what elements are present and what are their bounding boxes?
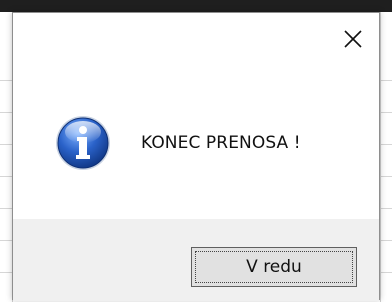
info-icon	[56, 116, 110, 170]
grid-line	[381, 80, 392, 81]
grid-line	[0, 80, 12, 81]
grid-line	[0, 208, 12, 209]
dialog-button-bar: V redu	[13, 219, 379, 301]
message-box-dialog: KONEC PRENOSA ! V redu	[12, 12, 380, 301]
grid-line	[381, 144, 392, 145]
grid-line	[381, 272, 392, 273]
ok-button[interactable]: V redu	[191, 247, 357, 287]
grid-line	[0, 272, 12, 273]
close-icon	[344, 30, 362, 48]
grid-line	[381, 112, 392, 113]
background-window-right-strip	[380, 12, 392, 302]
grid-line	[381, 208, 392, 209]
grid-line	[0, 112, 12, 113]
ok-button-label: V redu	[246, 257, 302, 277]
grid-line	[0, 240, 12, 241]
grid-line	[0, 176, 12, 177]
dialog-titlebar	[13, 13, 379, 67]
grid-line	[381, 176, 392, 177]
background-window-edge	[0, 0, 392, 12]
dialog-message: KONEC PRENOSA !	[141, 133, 301, 153]
dialog-content: KONEC PRENOSA !	[13, 67, 379, 219]
grid-line	[381, 240, 392, 241]
close-button[interactable]	[337, 23, 369, 55]
grid-line	[0, 144, 12, 145]
